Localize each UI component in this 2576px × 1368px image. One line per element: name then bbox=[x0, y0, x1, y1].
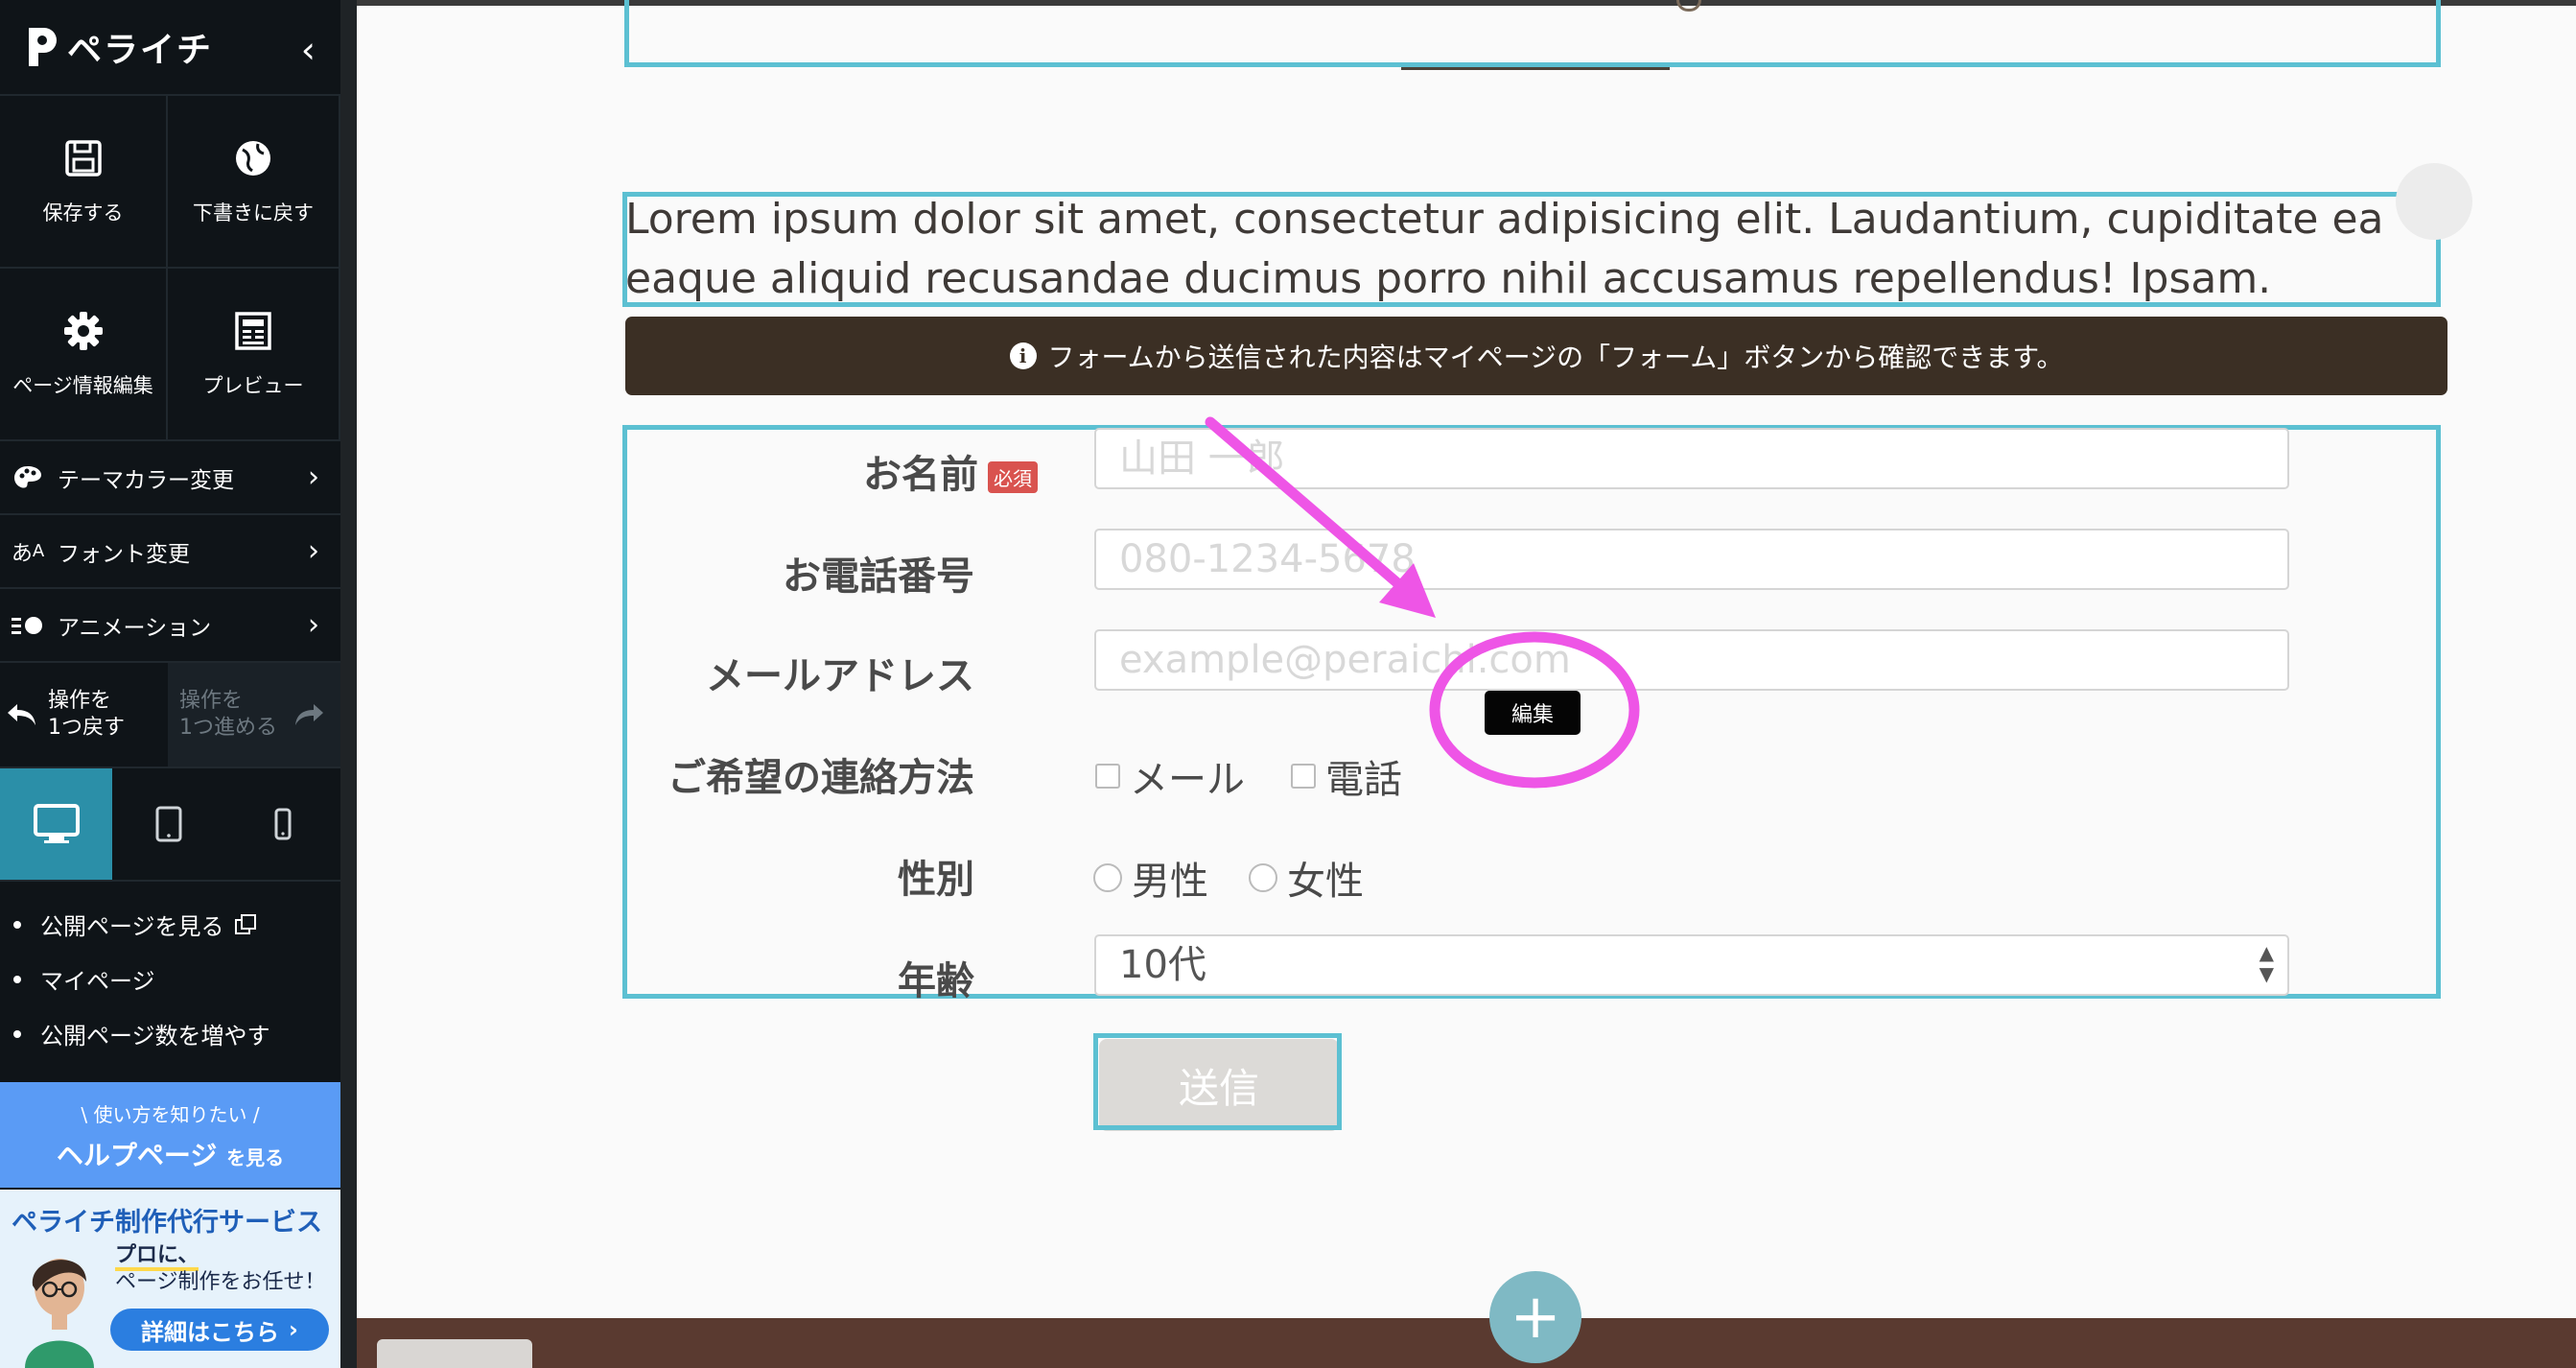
next-section-preview bbox=[357, 1318, 2576, 1368]
edit-button[interactable]: 編集 bbox=[1485, 691, 1581, 735]
annotation-overlay bbox=[1205, 416, 1640, 789]
add-section-button[interactable]: + bbox=[1489, 1271, 1581, 1363]
settings-tab-chip[interactable] bbox=[377, 1339, 532, 1368]
